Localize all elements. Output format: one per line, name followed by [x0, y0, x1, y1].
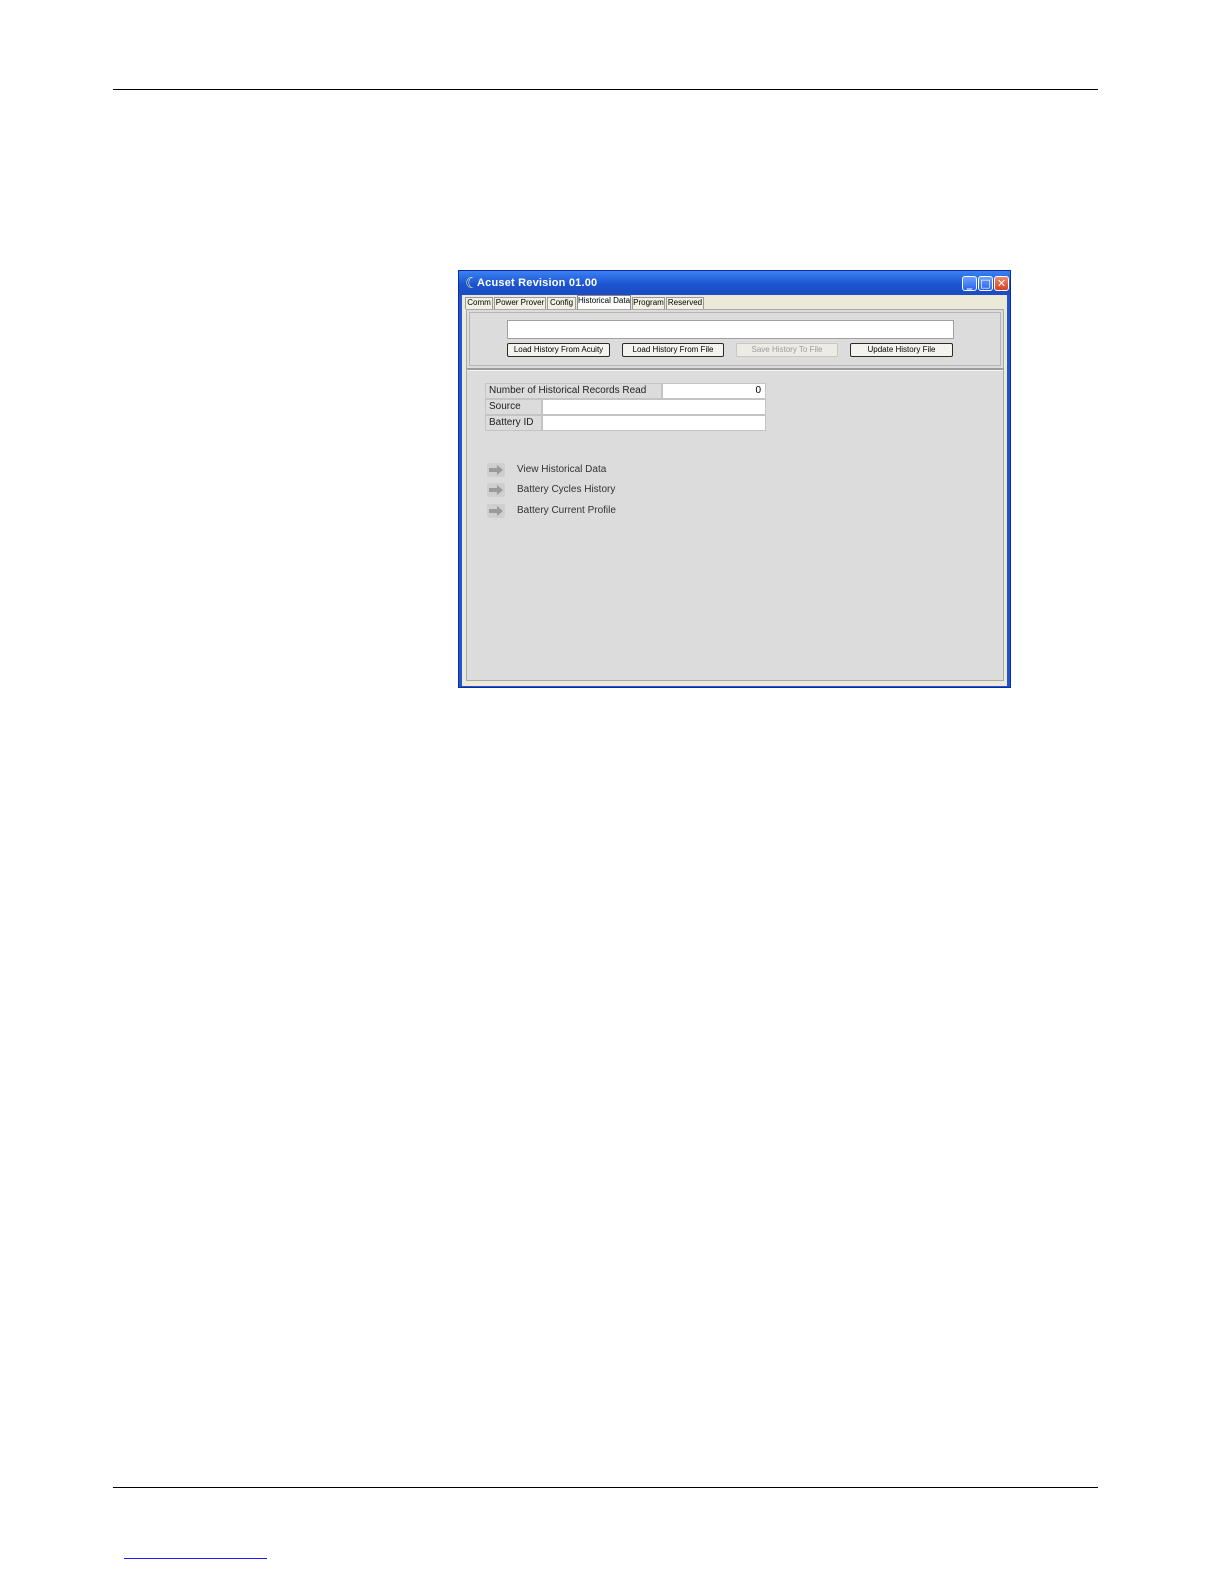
load-history-from-acuity-button[interactable]: Load History From Acuity [507, 343, 610, 357]
load-history-from-file-button[interactable]: Load History From File [622, 343, 724, 357]
footer-link-underline[interactable] [124, 1558, 267, 1559]
battery-id-label: Battery ID [485, 415, 542, 431]
tab-strip: Comm Power Prover Config Historical Data… [462, 295, 1007, 309]
window-title: Acuset Revision 01.00 [477, 277, 598, 289]
records-read-label: Number of Historical Records Read [485, 383, 662, 399]
link-label: Battery Cycles History [517, 484, 616, 495]
maximize-button[interactable]: □ [978, 276, 993, 291]
tab-historical-data[interactable]: Historical Data [577, 295, 631, 309]
acuset-window: ☾ Acuset Revision 01.00 _ □ ✕ Comm Power… [458, 270, 1011, 688]
close-button[interactable]: ✕ [994, 276, 1009, 291]
status-field[interactable] [507, 320, 954, 339]
save-history-to-file-button[interactable]: Save History To File [736, 343, 838, 357]
tab-comm[interactable]: Comm [465, 297, 493, 309]
records-read-value: 0 [662, 383, 766, 399]
tab-config[interactable]: Config [547, 297, 576, 309]
arrow-right-icon [487, 504, 505, 518]
source-value [542, 399, 766, 415]
window-client-area: Comm Power Prover Config Historical Data… [462, 295, 1007, 686]
arrow-right-icon [487, 483, 505, 497]
tab-power-prover[interactable]: Power Prover [494, 297, 546, 309]
section-divider [467, 368, 1003, 371]
tab-program[interactable]: Program [632, 297, 665, 309]
arrow-right-icon [487, 463, 505, 477]
page-header-rule [113, 89, 1098, 90]
link-label: Battery Current Profile [517, 505, 616, 516]
minimize-button[interactable]: _ [962, 276, 977, 291]
source-label: Source [485, 399, 542, 415]
history-actions-section: Load History From Acuity Load History Fr… [469, 312, 1001, 366]
update-history-file-button[interactable]: Update History File [850, 343, 953, 357]
link-label: View Historical Data [517, 464, 607, 475]
title-bar[interactable]: ☾ Acuset Revision 01.00 _ □ ✕ [459, 271, 1010, 295]
historical-data-panel: Load History From Acuity Load History Fr… [466, 309, 1004, 681]
battery-id-value [542, 415, 766, 431]
page-footer-rule [113, 1487, 1098, 1488]
tab-reserved[interactable]: Reserved [666, 297, 704, 309]
